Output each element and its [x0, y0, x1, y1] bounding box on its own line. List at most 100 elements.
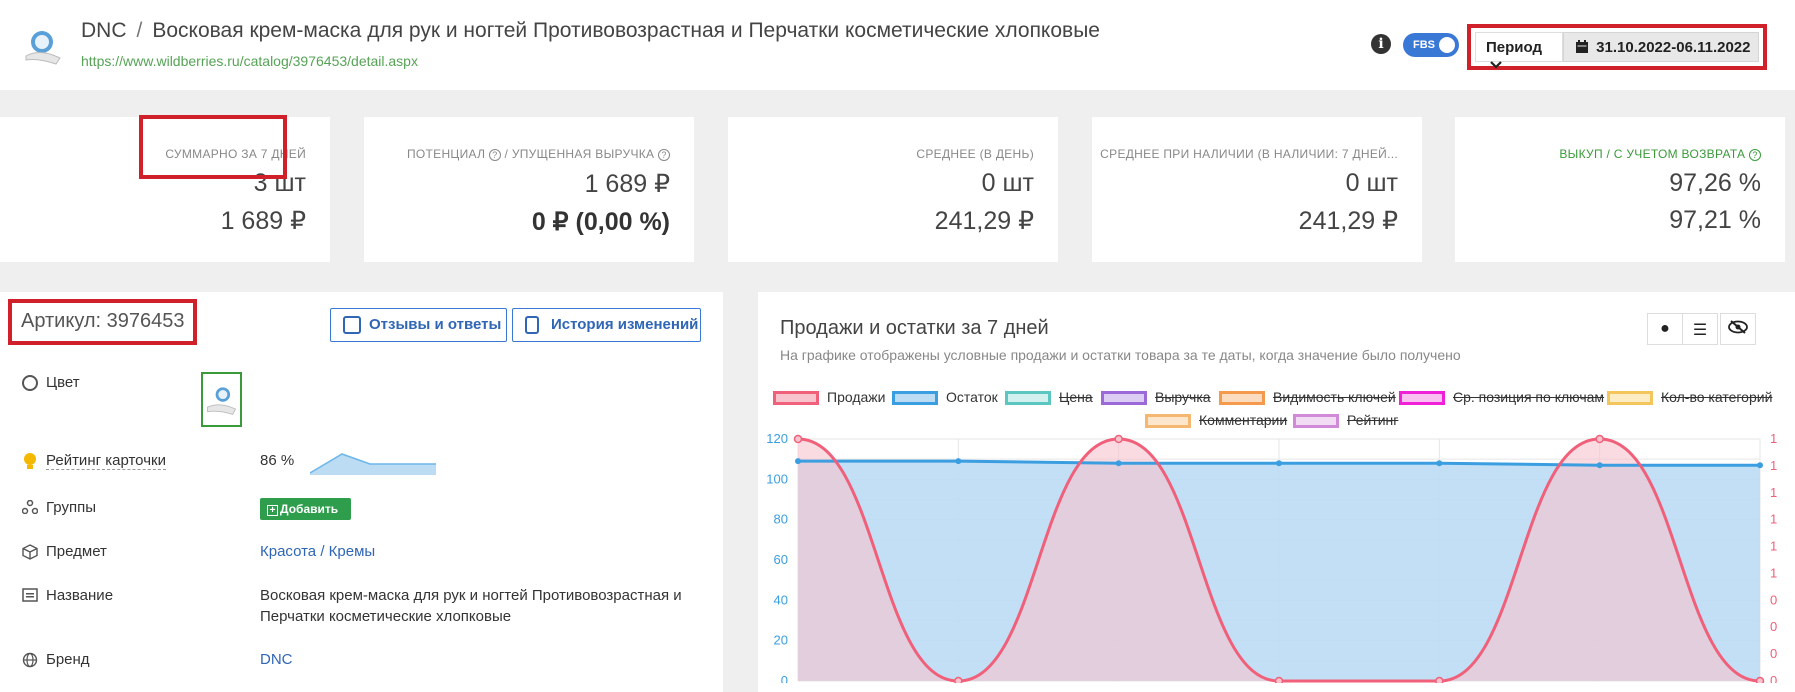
calendar-icon: [1576, 40, 1588, 53]
subject-label: Предмет: [46, 543, 107, 560]
summary-highlight: [139, 115, 287, 179]
list-tool-button[interactable]: ☰: [1682, 313, 1718, 345]
legend-label: Выручка: [1155, 389, 1211, 405]
legend-item[interactable]: Ср. позиция по ключам: [1399, 389, 1604, 407]
list-icon: ☰: [1692, 322, 1708, 339]
period-label: Период: [1486, 39, 1542, 56]
comment-icon: [343, 316, 361, 334]
hide-tool-button[interactable]: [1720, 313, 1756, 345]
legend-item[interactable]: Цена: [1005, 389, 1093, 407]
color-label: Цвет: [46, 374, 80, 391]
buyout-label: ВЫКУП / С УЧЕТОМ ВОЗВРАТА: [1559, 147, 1746, 161]
articul-heading: Артикул: 3976453: [8, 299, 197, 345]
add-button-label: Добавить: [280, 502, 339, 516]
sales-point: [1274, 676, 1284, 683]
add-group-button[interactable]: + Добавить: [260, 498, 351, 520]
average-instock-card: СРЕДНЕЕ ПРИ НАЛИЧИИ (В НАЛИЧИИ: 7 ДНЕЙ..…: [1092, 117, 1422, 262]
name-value-line1: Восковая крем-маска для рук и ногтей Про…: [260, 587, 682, 604]
stock-point: [795, 458, 801, 465]
card-value-secondary: 241,29 ₽: [934, 207, 1034, 235]
brand-label: Бренд: [46, 651, 90, 668]
groups-icon: [22, 500, 38, 514]
card-value-primary: 0 шт: [1345, 169, 1398, 197]
color-variant-thumbnail[interactable]: [201, 372, 242, 427]
legend-label: Остаток: [946, 389, 998, 405]
y-axis-right-tick: 1: [1770, 512, 1777, 527]
card-value-primary: 0 шт: [981, 169, 1034, 197]
document-icon: [525, 316, 539, 334]
legend-label: Кол-во категорий: [1661, 389, 1773, 405]
y-axis-right-tick: 1: [1770, 431, 1777, 446]
legend-item[interactable]: Остаток: [892, 389, 998, 407]
brand-value-link[interactable]: DNC: [260, 651, 293, 668]
y-axis-right-tick: 1: [1770, 485, 1777, 500]
legend-swatch: [773, 391, 819, 405]
page-header: DNC / Восковая крем-маска для рук и ногтей…: [0, 0, 1795, 90]
card-value-secondary: 1 689 ₽: [220, 207, 306, 235]
sales-point: [793, 434, 803, 444]
stock-point: [1596, 462, 1603, 469]
legend-label: Видимость ключей: [1273, 389, 1396, 405]
lost-revenue-label: / УПУЩЕННАЯ ВЫРУЧКА: [504, 147, 655, 161]
legend-swatch: [1607, 391, 1653, 405]
card-value-secondary: 0 ₽ (0,00 %): [531, 208, 670, 236]
pin-tool-button[interactable]: ●: [1647, 313, 1683, 345]
rating-label[interactable]: Рейтинг карточки: [46, 452, 166, 470]
legend-item[interactable]: Выручка: [1101, 389, 1211, 407]
date-range-text: 31.10.2022-06.11.2022: [1596, 39, 1751, 56]
y-axis-right-tick: 1: [1770, 565, 1777, 580]
y-axis-left-tick: 60: [774, 552, 788, 567]
y-axis-right-tick: 1: [1770, 458, 1777, 473]
y-axis-left-tick: 20: [774, 633, 788, 648]
plus-icon: +: [267, 505, 278, 516]
reviews-button[interactable]: Отзывы и ответы: [330, 308, 507, 342]
legend-label: Цена: [1059, 389, 1093, 405]
page-title: DNC / Восковая крем-маска для рук и ногтей…: [81, 19, 1100, 43]
date-range-button[interactable]: 31.10.2022-06.11.2022: [1563, 32, 1759, 62]
y-axis-right-tick: 0: [1770, 619, 1777, 634]
y-axis-right-tick: 0: [1770, 646, 1777, 661]
potential-card: ПОТЕНЦИАЛ ? / УПУЩЕННАЯ ВЫРУЧКА ? 1 689 …: [364, 117, 694, 262]
chevron-down-icon: [1490, 61, 1502, 69]
stock-point: [1115, 460, 1122, 467]
legend-item[interactable]: Продажи: [773, 389, 885, 407]
chart-title: Продажи и остатки за 7 дней: [780, 317, 1049, 339]
legend-swatch: [892, 391, 938, 405]
sales-stock-chart: 1201008060402001111110000: [766, 431, 1777, 683]
product-details-panel: [0, 292, 723, 692]
card-value-secondary: 97,21 %: [1669, 206, 1761, 234]
stock-point: [1276, 460, 1282, 467]
y-axis-left-tick: 40: [774, 592, 788, 607]
product-title: Восковая крем-маска для рук и ногтей Про…: [152, 19, 1100, 42]
average-card: СРЕДНЕЕ (В ДЕНЬ) 0 шт 241,29 ₽: [728, 117, 1058, 262]
sales-point: [1114, 434, 1123, 444]
legend-item[interactable]: Кол-во категорий: [1607, 389, 1772, 407]
card-label: ПОТЕНЦИАЛ ? / УПУЩЕННАЯ ВЫРУЧКА ?: [364, 147, 670, 161]
subject-link[interactable]: Красота / Кремы: [260, 543, 375, 560]
potential-label: ПОТЕНЦИАЛ: [406, 147, 486, 161]
y-axis-right-tick: 1: [1770, 539, 1777, 554]
eye-slash-icon: [1728, 320, 1748, 334]
fbs-toggle[interactable]: FBS: [1403, 33, 1459, 57]
help-icon[interactable]: ?: [1749, 149, 1761, 161]
period-dropdown[interactable]: Период: [1475, 32, 1563, 69]
legend-item[interactable]: Видимость ключей: [1219, 389, 1396, 407]
rating-value: 86 %: [260, 452, 295, 469]
card-title-icon: [22, 588, 38, 602]
card-label: СРЕДНЕЕ (В ДЕНЬ): [916, 147, 1034, 161]
help-icon[interactable]: ?: [658, 149, 670, 161]
history-button-label: История изменений: [551, 316, 699, 333]
legend-label: Продажи: [827, 389, 886, 405]
sales-point: [1435, 676, 1444, 683]
name-label: Название: [46, 587, 114, 604]
legend-label: Ср. позиция по ключам: [1453, 389, 1605, 405]
help-icon[interactable]: ?: [488, 149, 501, 161]
history-button[interactable]: История изменений: [512, 308, 701, 342]
brand-link[interactable]: DNC: [81, 19, 127, 42]
info-icon[interactable]: i: [1371, 34, 1391, 54]
card-value-primary: 1 689 ₽: [584, 170, 670, 198]
name-value-line2: Перчатки косметические хлопковые: [260, 608, 512, 625]
globe-icon: [22, 652, 38, 668]
product-url-link[interactable]: https://www.wildberries.ru/catalog/39764…: [81, 53, 418, 69]
y-axis-left-tick: 120: [766, 431, 788, 446]
